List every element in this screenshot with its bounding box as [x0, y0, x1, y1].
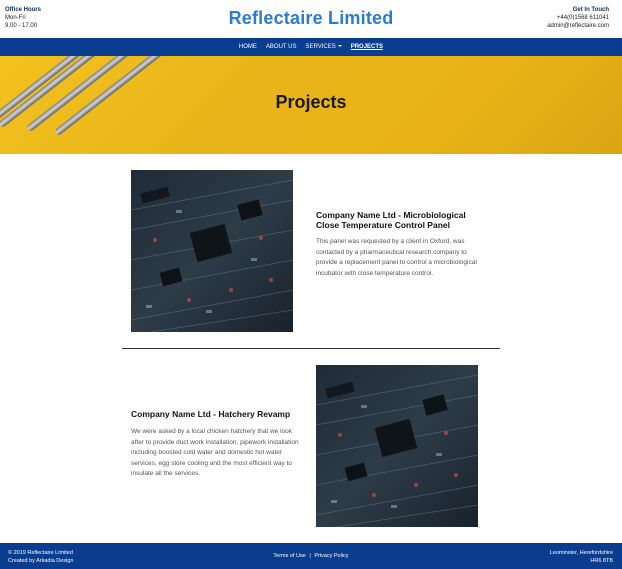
contact-title: Get In Touch — [572, 7, 609, 13]
project-title: Company Name Ltd - Microbiological Close… — [316, 210, 466, 230]
main-nav: HOME ABOUT US SERVICES PROJECTS — [0, 38, 622, 56]
footer-separator: | — [309, 553, 311, 559]
page-title: Projects — [275, 92, 347, 112]
contact-info: Get In Touch +44(0)1568 611041 admin@ref… — [547, 6, 609, 30]
footer-location: Leominster, Herefordshire — [549, 550, 613, 556]
project-description: We were asked by a local chicken hatcher… — [131, 428, 299, 477]
site-footer: © 2019 Reflectaire Limited Created by Ar… — [0, 543, 622, 569]
privacy-link[interactable]: Privacy Policy — [314, 553, 348, 559]
project-image-circuit-board — [316, 365, 478, 527]
nav-projects[interactable]: PROJECTS — [351, 38, 383, 56]
site-logo[interactable]: Reflectaire Limited — [0, 8, 622, 29]
nav-home[interactable]: HOME — [239, 38, 257, 56]
footer-links: Terms of Use | Privacy Policy — [0, 552, 622, 560]
nav-about-us[interactable]: ABOUT US — [266, 38, 297, 56]
top-header: Office Hours Mon-Fri 9.00 - 17.00 Reflec… — [0, 0, 622, 38]
footer-postcode: HR6 8TB — [590, 558, 613, 564]
terms-link[interactable]: Terms of Use — [273, 553, 305, 559]
contact-email[interactable]: admin@reflectaire.com — [547, 22, 609, 30]
nav-services-label: SERVICES — [305, 44, 336, 50]
contact-phone[interactable]: +44(0)1568 611041 — [547, 14, 609, 22]
hero-banner: Projects — [0, 56, 622, 154]
project-image-circuit-board — [131, 170, 293, 332]
nav-services[interactable]: SERVICES — [305, 38, 342, 56]
section-divider — [122, 348, 500, 349]
footer-address: Leominster, Herefordshire HR6 8TB — [550, 549, 613, 565]
caret-down-icon — [337, 45, 342, 48]
project-title: Company Name Ltd - Hatchery Revamp — [131, 409, 291, 419]
project-description: This panel was requested by a client in … — [316, 238, 477, 277]
